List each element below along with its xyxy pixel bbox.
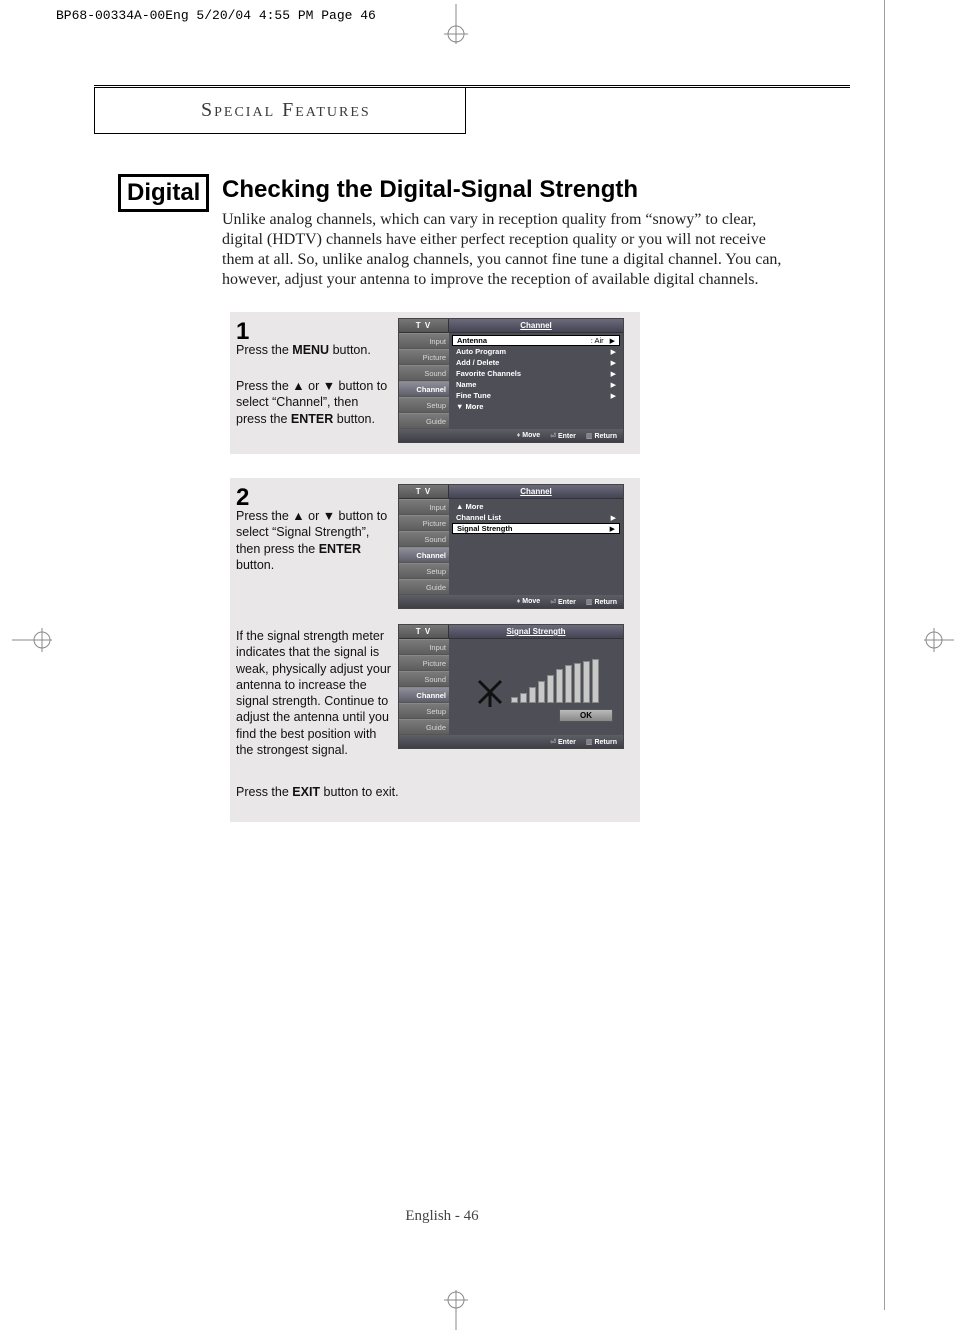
osd-main-panel: ▲ More Channel List▶ Signal Strength▶	[449, 499, 623, 595]
osd-foot-enter: ⏎ Enter	[550, 598, 576, 606]
osd-row-fine-tune: Fine Tune▶	[452, 390, 620, 401]
osd-tab-input: Input	[399, 499, 449, 515]
registration-mark-left	[12, 626, 52, 654]
osd-tab-picture: Picture	[399, 515, 449, 531]
osd-sidebar: Input Picture Sound Channel Setup Guide	[399, 639, 449, 735]
osd-row-auto-program: Auto Program▶	[452, 346, 620, 357]
osd-foot-enter: ⏎ Enter	[550, 432, 576, 440]
osd-footer: ♦ Move ⏎ Enter ▥ Return	[399, 429, 623, 442]
registration-mark-top	[442, 4, 470, 44]
osd-screenshot-3: T V Signal Strength Input Picture Sound …	[398, 624, 624, 749]
osd-foot-move: ♦ Move	[517, 432, 540, 439]
osd-more-down: ▼ More	[452, 401, 620, 412]
page-cut-edge	[884, 0, 885, 1310]
ok-button: OK	[559, 709, 613, 722]
antenna-icon	[475, 677, 505, 712]
step-1-box: 1 Press the MENU button. Press the ▲ or …	[230, 312, 640, 454]
osd-row-favorite: Favorite Channels▶	[452, 368, 620, 379]
arrow-right-icon: ▶	[611, 359, 616, 367]
arrow-right-icon: ▶	[611, 370, 616, 378]
osd-tab-setup: Setup	[399, 397, 449, 413]
arrow-right-icon: ▶	[611, 392, 616, 400]
osd-foot-return: ▥ Return	[586, 738, 617, 746]
step-2-box: 2 Press the ▲ or ▼ button to select “Sig…	[230, 478, 640, 822]
osd-row-antenna: Antenna: Air▶	[452, 335, 620, 346]
osd-tab-channel: Channel	[399, 547, 449, 563]
osd-title-channel: Channel	[449, 485, 623, 498]
registration-mark-bottom	[442, 1290, 470, 1330]
section-header-box: Special Features	[94, 88, 466, 134]
osd-tab-picture: Picture	[399, 349, 449, 365]
osd-title-channel: Channel	[449, 319, 623, 332]
osd-sidebar: Input Picture Sound Channel Setup Guide	[399, 499, 449, 595]
osd-tv-label: T V	[399, 625, 449, 638]
osd-row-channel-list: Channel List▶	[452, 512, 620, 523]
section-title: Special Features	[201, 99, 371, 122]
osd-row-name: Name▶	[452, 379, 620, 390]
osd-screenshot-2: T V Channel Input Picture Sound Channel …	[398, 484, 624, 609]
osd-footer: ♦ Move ⏎ Enter ▥ Return	[399, 595, 623, 608]
digital-badge: Digital	[118, 174, 209, 212]
osd-foot-return: ▥ Return	[586, 432, 617, 440]
arrow-right-icon: ▶	[611, 381, 616, 389]
step-1-text-2: Press the ▲ or ▼ button to select “Chann…	[236, 378, 392, 427]
print-header-stamp: BP68-00334A-00Eng 5/20/04 4:55 PM Page 4…	[56, 8, 376, 23]
osd-tab-guide: Guide	[399, 413, 449, 429]
osd-footer: ⏎ Enter ▥ Return	[399, 735, 623, 748]
osd-tab-input: Input	[399, 333, 449, 349]
osd-tab-guide: Guide	[399, 719, 449, 735]
osd-tab-sound: Sound	[399, 365, 449, 381]
osd-row-add-delete: Add / Delete▶	[452, 357, 620, 368]
osd-tab-picture: Picture	[399, 655, 449, 671]
arrow-right-icon: ▶	[610, 337, 615, 345]
osd-tab-input: Input	[399, 639, 449, 655]
osd-foot-move: ♦ Move	[517, 598, 540, 605]
osd-tab-setup: Setup	[399, 703, 449, 719]
osd-tab-setup: Setup	[399, 563, 449, 579]
osd-tab-sound: Sound	[399, 671, 449, 687]
osd-tv-label: T V	[399, 319, 449, 332]
registration-mark-right	[924, 626, 954, 654]
osd-tab-guide: Guide	[399, 579, 449, 595]
osd-signal-panel: OK	[449, 639, 623, 735]
osd-foot-return: ▥ Return	[586, 598, 617, 606]
osd-more-up: ▲ More	[452, 501, 620, 512]
arrow-right-icon: ▶	[610, 525, 615, 533]
intro-paragraph: Unlike analog channels, which can vary i…	[222, 210, 792, 290]
osd-row-signal-strength: Signal Strength▶	[452, 523, 620, 534]
signal-bars-icon	[511, 659, 599, 703]
osd-tv-label: T V	[399, 485, 449, 498]
osd-tab-sound: Sound	[399, 531, 449, 547]
osd-foot-enter: ⏎ Enter	[550, 738, 576, 746]
step-2-text-2: If the signal strength meter indicates t…	[236, 628, 392, 758]
step-1-text-1: Press the MENU button.	[236, 342, 392, 358]
osd-tab-channel: Channel	[399, 687, 449, 703]
step-2-text-1: Press the ▲ or ▼ button to select “Signa…	[236, 508, 392, 573]
page-footer: English - 46	[0, 1208, 884, 1225]
osd-tab-channel: Channel	[399, 381, 449, 397]
step-2-text-3: Press the EXIT button to exit.	[236, 784, 456, 800]
main-heading: Checking the Digital-Signal Strength	[222, 176, 638, 204]
arrow-right-icon: ▶	[611, 514, 616, 522]
osd-screenshot-1: T V Channel Input Picture Sound Channel …	[398, 318, 624, 443]
osd-sidebar: Input Picture Sound Channel Setup Guide	[399, 333, 449, 429]
osd-title-signal: Signal Strength	[449, 625, 623, 638]
arrow-right-icon: ▶	[611, 348, 616, 356]
osd-main-panel: Antenna: Air▶ Auto Program▶ Add / Delete…	[449, 333, 623, 429]
